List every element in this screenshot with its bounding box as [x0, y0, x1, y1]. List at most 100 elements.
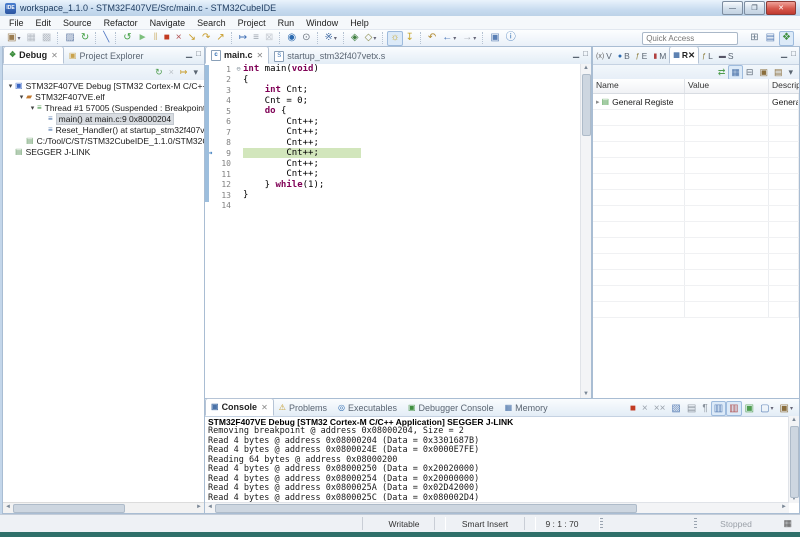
tab-memory[interactable]: ▦Memory [500, 400, 554, 416]
column-header-value[interactable]: Value [685, 79, 769, 93]
word-wrap-icon[interactable]: ¶ [699, 401, 710, 416]
remove-all-launches-icon[interactable]: ×× [651, 401, 669, 416]
debug-view-hscrollbar[interactable]: ◄► [3, 502, 204, 513]
cpp-perspective-icon[interactable]: ▤ [763, 31, 778, 46]
link-editor-icon[interactable]: ▣ [487, 31, 502, 46]
pencil-icon[interactable]: ╲ [100, 31, 112, 46]
debug-tree-item[interactable]: ▤C:/Tool/C/ST/STM32CubeIDE_1.1.0/STM32Cu… [3, 135, 204, 146]
expand-icon[interactable]: ▸ [596, 98, 600, 106]
open-console-icon-dropdown[interactable]: ▾ [790, 405, 793, 412]
code-line[interactable]: 5 do { [205, 106, 581, 117]
info-icon[interactable]: ⓘ [503, 31, 519, 46]
tab-debug[interactable]: ❖Debug✕ [3, 46, 64, 64]
clear-console-icon[interactable]: ▧ [668, 401, 683, 416]
menu-window[interactable]: Window [300, 18, 344, 28]
quick-access-input[interactable] [642, 32, 738, 45]
close-tab-icon[interactable]: ✕ [261, 403, 268, 412]
pin-console-icon[interactable]: ▣ [742, 401, 757, 416]
debug-tree-item[interactable]: ≡main() at main.c:9 0x8000204 [3, 113, 204, 124]
open-console-icon[interactable]: ▣▾ [777, 401, 796, 416]
terminate-icon[interactable]: ■ [161, 31, 173, 46]
code-line[interactable]: 4 Cnt = 0; [205, 96, 581, 107]
scroll-lock-icon[interactable]: ▤ [684, 401, 699, 416]
new-wizard-icon-dropdown[interactable]: ▾ [17, 35, 20, 42]
menu-project[interactable]: Project [232, 18, 272, 28]
tab-debugger-console[interactable]: ▣Debugger Console [403, 400, 500, 416]
debug-tree-item[interactable]: ≡Reset_Handler() at startup_stm32f407vet… [3, 124, 204, 135]
debug-config-icon[interactable]: ※▾ [322, 31, 340, 46]
view-menu-icon[interactable]: ▾ [785, 65, 796, 80]
edit-register-group-icon[interactable]: ▤ [771, 65, 786, 80]
tree-twisty-icon[interactable]: ▾ [17, 93, 26, 101]
navigate-registers-icon[interactable]: ⇄ [715, 65, 729, 80]
code-line[interactable]: 11 Cnt++; [205, 169, 581, 180]
debug-config-icon-dropdown[interactable]: ▾ [334, 35, 337, 42]
tab-s[interactable]: ▬S [716, 48, 737, 64]
code-line[interactable]: 12 } while(1); [205, 180, 581, 191]
menu-refactor[interactable]: Refactor [98, 18, 144, 28]
instruction-stepping-icon[interactable]: ↦ [177, 65, 191, 80]
resume-icon[interactable]: ► [135, 31, 151, 46]
last-edit-location-icon[interactable]: ↶ [425, 31, 439, 46]
tab-b[interactable]: ●B [615, 48, 633, 64]
code-editor[interactable]: 1⊖int main(void)2{3 int Cnt;4 Cnt = 0;5 … [205, 64, 581, 398]
column-header-description[interactable]: Description [769, 79, 799, 93]
coverage-icon[interactable]: ◈ [348, 31, 362, 46]
step-over-icon[interactable]: ↷ [199, 31, 213, 46]
code-line[interactable]: 13} [205, 190, 581, 201]
register-group-row[interactable]: ▸▤General RegisteGeneral Purpose an... [593, 94, 799, 110]
maximize-view-icon[interactable]: □ [583, 49, 588, 58]
close-tab-icon[interactable]: ✕ [51, 51, 58, 60]
progress-view-icon[interactable]: ▦ [783, 518, 792, 529]
step-return-icon[interactable]: ↗ [213, 31, 227, 46]
menu-navigate[interactable]: Navigate [144, 18, 192, 28]
show-stderr-icon[interactable]: ▥ [726, 401, 741, 416]
back-icon[interactable]: ←▾ [439, 31, 459, 46]
build-icon[interactable]: ▨ [62, 31, 77, 46]
maximize-button[interactable]: ❐ [744, 1, 765, 15]
maximize-view-icon[interactable]: □ [791, 49, 796, 58]
menu-edit[interactable]: Edit [30, 18, 58, 28]
code-line[interactable]: →9 Cnt++; [205, 148, 581, 159]
close-tab-icon[interactable]: ✕ [688, 50, 695, 61]
menu-file[interactable]: File [3, 18, 30, 28]
code-line[interactable]: 1⊖int main(void) [205, 64, 581, 75]
add-register-group-icon[interactable]: ▣ [756, 65, 771, 80]
close-button[interactable]: ✕ [766, 1, 796, 15]
tree-twisty-icon[interactable]: ▾ [6, 82, 15, 90]
external-tools-icon-dropdown[interactable]: ▾ [373, 35, 376, 42]
display-console-icon[interactable]: ▢▾ [757, 401, 776, 416]
minimize-view-icon[interactable]: ▁ [573, 49, 579, 58]
fold-marker-icon[interactable]: ⊖ [234, 65, 243, 73]
globe-icon[interactable]: ◉ [284, 31, 299, 46]
view-menu-icon[interactable]: ▾ [190, 65, 201, 80]
editor-tab-startup-stm32f407vetx-s[interactable]: Sstartup_stm32f407vetx.s [269, 48, 391, 64]
forward-icon-dropdown[interactable]: ▾ [473, 35, 476, 42]
tab-m[interactable]: ▮M [650, 48, 669, 64]
console-hscrollbar[interactable]: ◄► [205, 502, 789, 513]
disconnect-icon[interactable]: × [166, 65, 177, 80]
code-line[interactable]: 2{ [205, 75, 581, 86]
save-all-icon[interactable]: ▩ [39, 31, 54, 46]
instruction-stepping-icon[interactable]: ↦ [236, 31, 250, 46]
remove-all-terminated-icon[interactable]: ↻ [152, 65, 166, 80]
debug-tree-item[interactable]: ▾≡Thread #1 57005 (Suspended : Breakpoin… [3, 102, 204, 113]
back-icon-dropdown[interactable]: ▾ [453, 35, 456, 42]
code-line[interactable]: 14 [205, 201, 581, 212]
open-perspective-icon[interactable]: ⊞ [747, 31, 761, 46]
code-line[interactable]: 8 Cnt++; [205, 138, 581, 149]
menu-help[interactable]: Help [344, 18, 375, 28]
suspend-icon[interactable]: ‖ [151, 31, 161, 46]
clock-icon[interactable]: ⊙ [299, 31, 313, 46]
debug-tree-item[interactable]: ▾▣STM32F407VE Debug [STM32 Cortex-M C/C+… [3, 80, 204, 91]
collapse-all-icon[interactable]: ⊟ [743, 65, 757, 80]
terminate-icon[interactable]: ■ [627, 401, 639, 416]
tab-problems[interactable]: ⚠Problems [274, 400, 333, 416]
tab-console[interactable]: ▣Console✕ [205, 398, 274, 416]
menu-source[interactable]: Source [57, 18, 98, 28]
editor-vscrollbar[interactable]: ▲ ▼ [580, 64, 591, 398]
tab-r[interactable]: ▦R✕ [669, 46, 699, 64]
new-wizard-icon[interactable]: ▣▾ [4, 31, 23, 46]
minimize-view-icon[interactable]: ▁ [781, 49, 787, 58]
external-tools-icon[interactable]: ◇▾ [362, 31, 380, 46]
